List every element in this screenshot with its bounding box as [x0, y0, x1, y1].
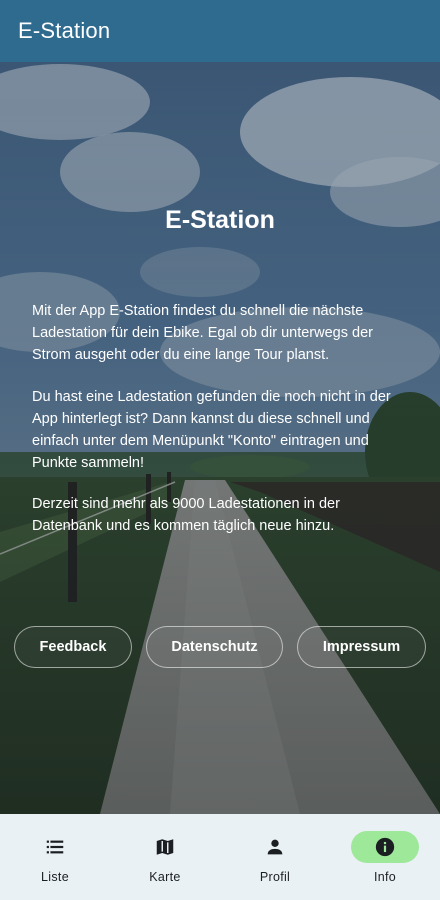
- nav-indicator: [21, 831, 89, 863]
- nav-indicator: [131, 831, 199, 863]
- hero-title: E-Station: [165, 206, 275, 234]
- nav-label-karte: Karte: [149, 870, 181, 884]
- nav-item-info[interactable]: Info: [330, 814, 440, 900]
- description-paragraph-3: Derzeit sind mehr als 9000 Ladestationen…: [32, 496, 340, 534]
- feedback-button[interactable]: Feedback: [14, 626, 132, 668]
- info-hero: E-Station Mit der App E-Station findest …: [0, 62, 440, 814]
- description-paragraph-1: Mit der App E-Station findest du schnell…: [32, 303, 373, 363]
- nav-item-profil[interactable]: Profil: [220, 814, 330, 900]
- app-bar: E-Station: [0, 0, 440, 62]
- info-icon: [375, 837, 395, 857]
- list-icon: [46, 840, 64, 854]
- nav-label-profil: Profil: [259, 870, 291, 884]
- nav-item-liste[interactable]: Liste: [0, 814, 110, 900]
- app-title: E-Station: [18, 18, 111, 43]
- map-icon: [156, 839, 174, 855]
- nav-indicator: [241, 831, 309, 863]
- nav-item-karte[interactable]: Karte: [110, 814, 220, 900]
- nav-indicator-active: [351, 831, 419, 863]
- datenschutz-button[interactable]: Datenschutz: [146, 626, 283, 668]
- bottom-navigation: Liste Karte Profil Info: [0, 814, 440, 900]
- hero-content: E-Station Mit der App E-Station findest …: [0, 62, 440, 814]
- description-paragraph-2: Du hast eine Ladestation gefunden die no…: [32, 389, 391, 471]
- person-icon: [267, 839, 283, 855]
- nav-label-liste: Liste: [41, 870, 69, 884]
- nav-label-info: Info: [373, 870, 397, 884]
- impressum-button[interactable]: Impressum: [297, 626, 426, 668]
